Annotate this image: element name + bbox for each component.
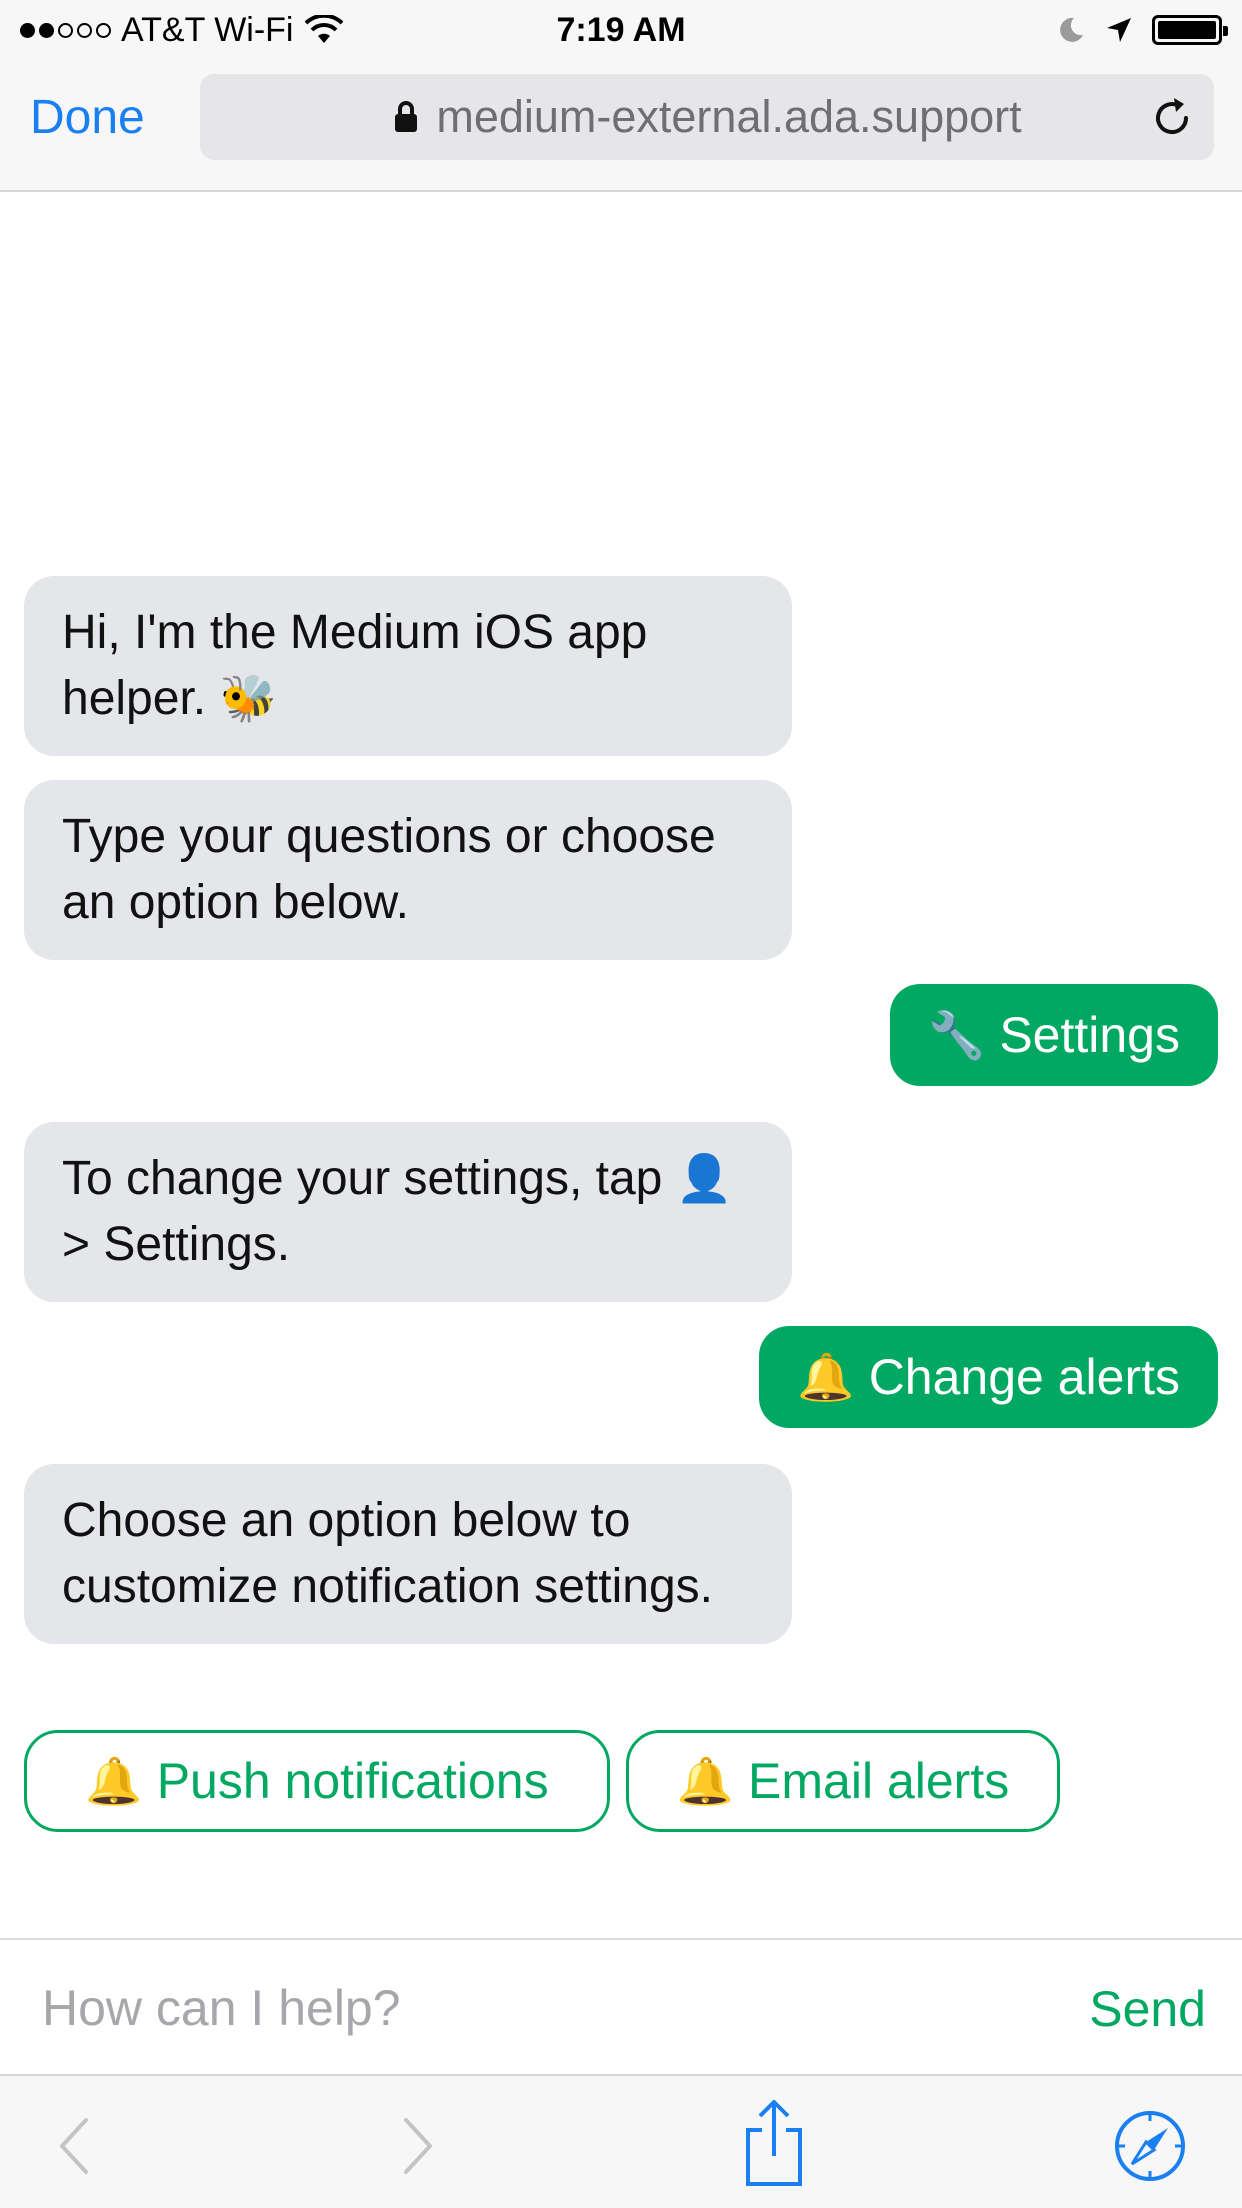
lock-icon <box>395 101 418 132</box>
bot-message-settings-help: To change your settings, tap 👤 > Setting… <box>24 1122 792 1302</box>
wrench-icon: 🔧 <box>928 1009 986 1061</box>
user-message-text: Settings <box>999 1007 1180 1063</box>
bot-message-text-before: To change your settings, tap <box>62 1152 663 1205</box>
bell-icon: 🔔 <box>85 1755 143 1807</box>
message-composer: Send <box>0 1938 1242 2074</box>
battery-icon <box>1152 15 1228 45</box>
address-bar[interactable]: medium-external.ada.support <box>200 74 1214 160</box>
bell-icon: 🔔 <box>797 1351 855 1403</box>
bot-message-text: Type your questions or choose an option … <box>62 810 716 929</box>
bot-message-notification-options: Choose an option below to customize noti… <box>24 1464 792 1644</box>
bee-icon: 🐝 <box>219 672 277 724</box>
location-arrow-icon <box>1107 18 1131 42</box>
done-button[interactable]: Done <box>30 88 145 148</box>
push-notifications-button[interactable]: 🔔 Push notifications <box>24 1730 610 1832</box>
user-silhouette-icon: 👤 <box>675 1152 733 1204</box>
option-label: Push notifications <box>156 1753 549 1809</box>
user-message-text: Change alerts <box>868 1349 1180 1405</box>
email-alerts-button[interactable]: 🔔 Email alerts <box>626 1730 1060 1832</box>
option-label: Email alerts <box>748 1753 1010 1809</box>
browser-nav-bar: Done medium-external.ada.support <box>0 60 1242 192</box>
browser-toolbar <box>0 2074 1242 2208</box>
message-input[interactable] <box>40 1968 1040 2048</box>
status-right <box>1056 8 1228 52</box>
user-message-change-alerts: 🔔 Change alerts <box>759 1326 1218 1428</box>
status-bar: AT&T Wi-Fi 7:19 AM <box>0 0 1242 60</box>
bot-message-text-after: > Settings. <box>62 1218 291 1271</box>
bot-message-instructions: Type your questions or choose an option … <box>24 780 792 960</box>
reload-icon[interactable] <box>1148 94 1196 142</box>
bot-message-text: Hi, I'm the Medium iOS app helper. <box>62 606 648 725</box>
compass-icon[interactable] <box>1110 2106 1190 2186</box>
url-text: medium-external.ada.support <box>436 91 1022 142</box>
share-icon[interactable] <box>734 2096 814 2192</box>
back-chevron-icon[interactable] <box>36 2106 116 2186</box>
bell-icon: 🔔 <box>676 1755 735 1807</box>
forward-chevron-icon[interactable] <box>376 2106 456 2186</box>
bot-message-text: Choose an option below to customize noti… <box>62 1494 713 1613</box>
send-button[interactable]: Send <box>1089 1974 1206 2044</box>
user-message-settings: 🔧 Settings <box>890 984 1218 1086</box>
bot-message-greeting: Hi, I'm the Medium iOS app helper. 🐝 <box>24 576 792 756</box>
moon-icon <box>1060 17 1083 42</box>
